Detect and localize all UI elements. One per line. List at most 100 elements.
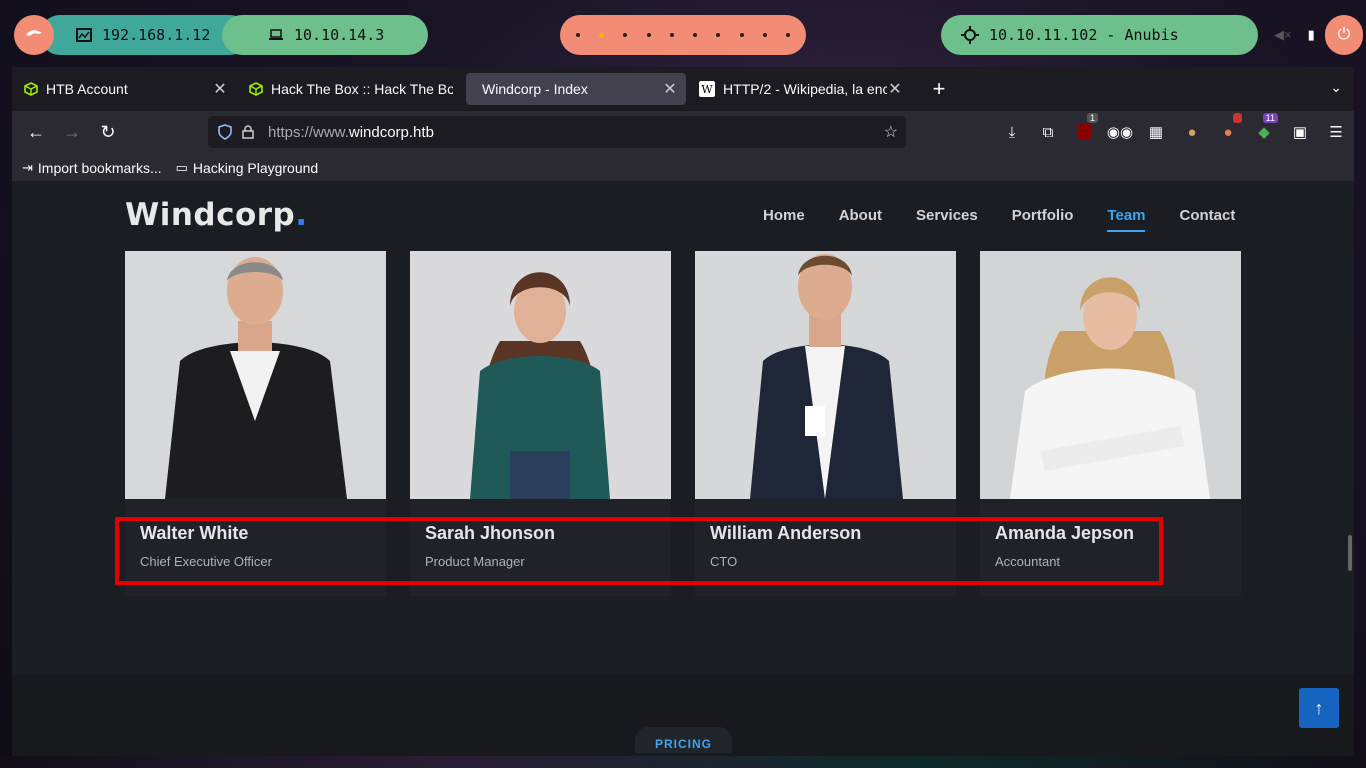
url-host: windcorp.htb [348,123,434,141]
bookmark-label: Import bookmarks... [37,159,162,176]
team-member-name: Sarah Jhonson [425,523,556,543]
target-text: 10.10.11.102 - Anubis [989,26,1179,44]
qr-code-icon[interactable]: ▦ [1138,119,1174,145]
workspace-dot[interactable] [786,33,791,37]
workspace-dot[interactable] [575,33,580,37]
arrow-up-icon: ↑ [1314,697,1324,718]
nav-team[interactable]: Team [1107,207,1146,232]
folder-icon: ▭ [175,159,188,175]
tab-title: HTB Account [46,81,128,97]
htb-cube-icon [249,82,263,96]
mute-icon[interactable]: ◀× [1274,27,1292,43]
tab-title: Hack The Box :: Hack The Box [271,81,453,97]
wappalyzer-icon[interactable]: ◆ 11 [1246,113,1282,145]
desktop-top-bar: 192.168.1.12 10.10.14.3 10.10.11.102 - A… [0,0,1366,68]
nav-services[interactable]: Services [916,207,978,232]
close-tab-icon[interactable]: ✕ [212,79,228,99]
desktop-wallpaper-strip [0,756,1366,768]
bookmark-label: Hacking Playground [192,159,319,176]
forward-button[interactable]: → [54,122,90,143]
shield-icon [218,124,232,140]
team-member-photo [980,251,1241,499]
tab-wikipedia[interactable]: W HTTP/2 - Wikipedia, la enciclopedia li… [691,73,911,105]
local-ip-indicator: 192.168.1.12 [40,15,250,55]
web-page: Windcorp. Home About Services Portfolio … [12,181,1354,756]
nav-contact[interactable]: Contact [1179,207,1235,232]
kali-menu-button[interactable] [14,15,54,55]
tab-htb-account[interactable]: HTB Account ✕ [16,73,236,105]
battery-icon: ▮ [1307,27,1315,42]
site-logo[interactable]: Windcorp. [125,197,308,233]
team-member-card: Amanda Jepson Accountant [980,251,1241,596]
cookie-icon[interactable]: ● [1174,119,1210,145]
power-icon: ⏻ [1337,26,1351,43]
team-member-photo [410,251,671,499]
lock-icon [242,125,254,139]
nav-home[interactable]: Home [763,207,805,232]
back-button[interactable]: ← [18,122,54,143]
workspace-dot[interactable] [693,33,698,37]
bookmarks-toolbar: ⇥ Import bookmarks... ▭ Hacking Playgrou… [12,153,1354,183]
extensions-toolbar: ⤓ ⧉ 1 ◉◉ ▦ ● ● ◆ 11 ▣ ☰ [994,113,1354,145]
new-tab-button[interactable]: + [924,76,954,102]
site-nav: Home About Services Portfolio Team Conta… [763,207,1235,232]
browser-window: HTB Account ✕ Hack The Box :: Hack The B… [12,67,1354,756]
laptop-icon [269,29,283,40]
extensions-puzzle-icon[interactable]: ⧉ [1030,119,1066,145]
workspace-dot[interactable] [763,33,768,37]
workspace-dot[interactable] [669,33,674,37]
htb-cube-icon [24,82,38,96]
url-prefix: https://www. [268,123,349,141]
team-member-role: CTO [710,554,738,569]
team-member-name: Amanda Jepson [995,523,1135,543]
bookmark-star-icon[interactable]: ☆ [884,122,898,142]
section-title: PRICING [635,727,732,753]
spy-glasses-icon[interactable]: ◉◉ [1102,119,1138,145]
tab-windcorp[interactable]: Windcorp - Index ✕ [466,73,686,105]
workspace-dot[interactable] [623,33,628,37]
tab-hack-the-box[interactable]: Hack The Box :: Hack The Box [241,73,461,105]
close-tab-icon[interactable]: ✕ [887,79,903,99]
workspace-dot[interactable] [716,33,721,37]
team-member-name: Walter White [140,523,249,543]
scrollbar-thumb[interactable] [1348,535,1352,571]
team-member-photo [695,251,956,499]
bookmark-import[interactable]: ⇥ Import bookmarks... [22,160,162,176]
reload-button[interactable]: ↻ [90,122,126,143]
ublock-icon[interactable]: 1 [1066,113,1102,145]
url-bar[interactable]: https://www. windcorp.htb ☆ [208,116,906,148]
site-header: Windcorp. Home About Services Portfolio … [12,181,1354,251]
workspace-dot-active[interactable] [598,32,604,38]
bookmark-folder-hacking-playground[interactable]: ▭ Hacking Playground [176,160,319,176]
team-member-info: Amanda Jepson Accountant [995,523,1134,569]
local-ip-text: 192.168.1.12 [102,26,211,44]
team-member-role: Product Manager [425,554,525,569]
downloads-icon[interactable]: ⤓ [994,119,1030,145]
team-member-card: Sarah Jhonson Product Manager [410,251,671,596]
power-button[interactable]: ⏻ [1325,15,1363,55]
chevron-down-icon[interactable]: ⌄ [1330,79,1342,96]
close-tab-icon[interactable]: ✕ [662,79,678,99]
workspace-dot[interactable] [739,33,744,37]
kali-dragon-icon [26,30,42,36]
team-member-card: William Anderson CTO [695,251,956,596]
nav-portfolio[interactable]: Portfolio [1012,207,1074,232]
hamburger-menu-icon[interactable]: ☰ [1318,119,1354,145]
team-member-name: William Anderson [710,523,862,543]
nav-about[interactable]: About [839,207,882,232]
team-member-role: Accountant [995,554,1061,569]
team-member-photo [125,251,386,499]
workspace-dot[interactable] [646,33,651,37]
hacktools-icon[interactable]: ● [1210,113,1246,145]
tab-title: Windcorp - Index [482,81,588,97]
navigation-toolbar: ← → ↻ https://www. windcorp.htb ☆ ⤓ ⧉ 1 ◉… [12,111,1354,153]
foxyproxy-icon[interactable]: ▣ [1282,119,1318,145]
tab-strip: HTB Account ✕ Hack The Box :: Hack The B… [12,67,1354,111]
team-member-info: Sarah Jhonson Product Manager [425,523,555,569]
crosshair-icon [961,26,979,44]
tab-title: HTTP/2 - Wikipedia, la enciclopedia libr… [723,81,887,97]
back-to-top-button[interactable]: ↑ [1299,688,1339,728]
network-monitor-icon [76,28,92,42]
workspace-switcher[interactable] [560,15,806,55]
team-member-card: Walter White Chief Executive Officer [125,251,386,596]
